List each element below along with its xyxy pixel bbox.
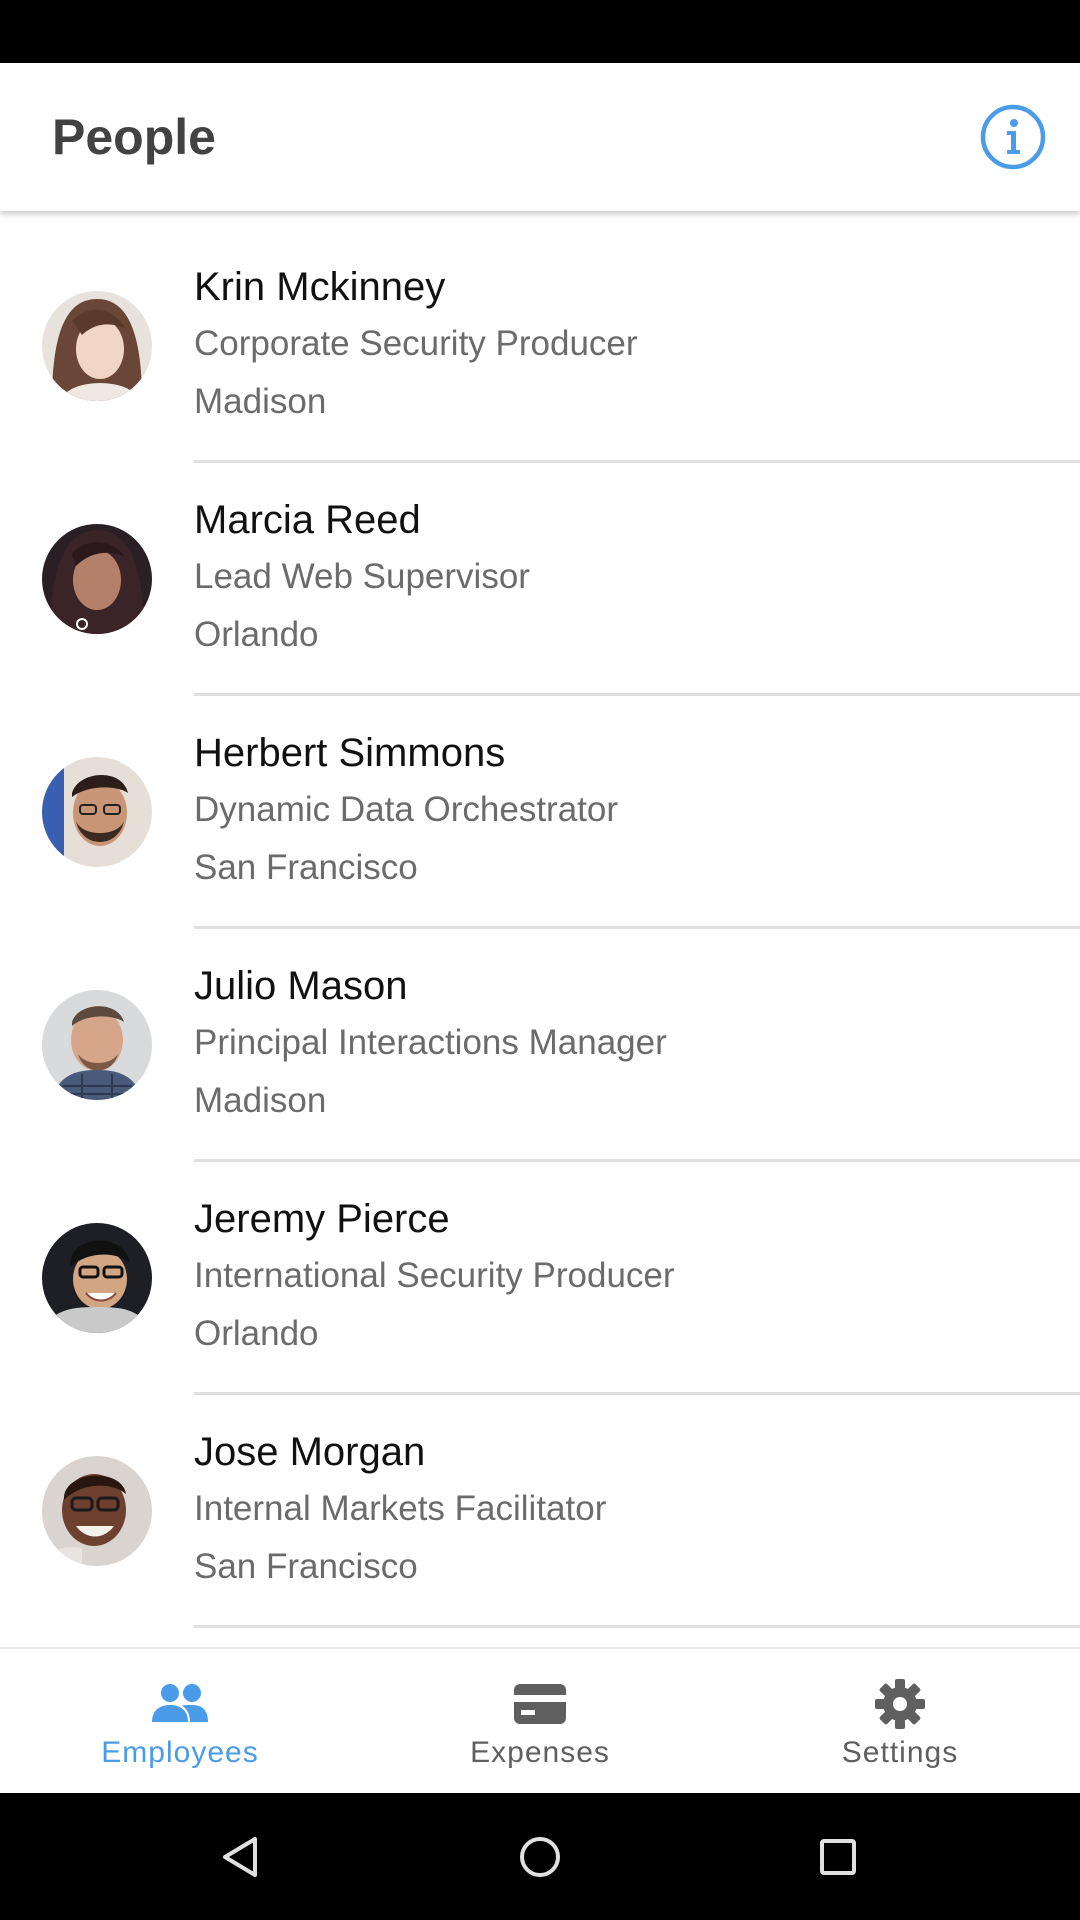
divider (194, 1625, 1080, 1628)
person-title: Dynamic Data Orchestrator (194, 790, 619, 829)
person-name: Jose Morgan (194, 1430, 426, 1474)
people-icon (152, 1684, 208, 1722)
gear-icon (875, 1679, 925, 1729)
person-title: Internal Markets Facilitator (194, 1489, 607, 1528)
avatar (42, 990, 152, 1100)
nav-item-settings[interactable]: Settings (720, 1649, 1080, 1793)
list-item[interactable]: Herbert Simmons Dynamic Data Orchestrato… (0, 677, 1080, 929)
avatar (42, 757, 152, 867)
list-item[interactable] (0, 211, 1080, 444)
person-location: Orlando (194, 1314, 319, 1353)
person-name: Herbert Simmons (194, 731, 506, 775)
person-title: International Security Producer (194, 1256, 675, 1295)
system-navigation-bar (0, 1793, 1080, 1920)
list-item[interactable]: Jeremy Pierce International Security Pro… (0, 1143, 1080, 1395)
app-bar: People (0, 63, 1080, 211)
person-name: Julio Mason (194, 964, 408, 1008)
person-location: Orlando (194, 615, 319, 654)
nav-label-employees: Employees (101, 1736, 259, 1769)
list-item[interactable]: Julio Mason Principal Interactions Manag… (0, 910, 1080, 1162)
back-triangle-icon (223, 1837, 257, 1877)
info-circle-icon (980, 104, 1046, 170)
credit-card-icon (514, 1684, 566, 1724)
nav-label-settings: Settings (841, 1736, 959, 1769)
recents-square-icon (820, 1839, 856, 1875)
nav-item-expenses[interactable]: Expenses (360, 1649, 720, 1793)
people-list[interactable]: Krin Mckinney Corporate Security Produce… (0, 211, 1080, 1647)
list-item[interactable]: Jose Morgan Internal Markets Facilitator… (0, 1376, 1080, 1628)
info-button[interactable] (976, 100, 1050, 174)
back-button[interactable] (201, 1817, 281, 1897)
person-title: Lead Web Supervisor (194, 557, 530, 596)
status-bar (0, 0, 1080, 63)
person-location: Madison (194, 1081, 327, 1120)
person-location: San Francisco (194, 848, 418, 887)
person-location: San Francisco (194, 1547, 418, 1586)
person-name: Jeremy Pierce (194, 1197, 450, 1241)
page-title: People (52, 109, 216, 165)
nav-label-expenses: Expenses (470, 1736, 610, 1769)
home-button[interactable] (500, 1817, 580, 1897)
person-title: Principal Interactions Manager (194, 1023, 667, 1062)
list-item[interactable]: Marcia Reed Lead Web Supervisor Orlando (0, 444, 1080, 696)
bottom-navigation: Employees Expenses Settings (0, 1647, 1080, 1793)
recents-button[interactable] (798, 1817, 878, 1897)
avatar (42, 1223, 152, 1333)
person-name: Marcia Reed (194, 498, 421, 542)
avatar (42, 524, 152, 634)
home-circle-icon (520, 1837, 560, 1877)
nav-item-employees[interactable]: Employees (0, 1649, 360, 1793)
avatar (42, 1456, 152, 1566)
